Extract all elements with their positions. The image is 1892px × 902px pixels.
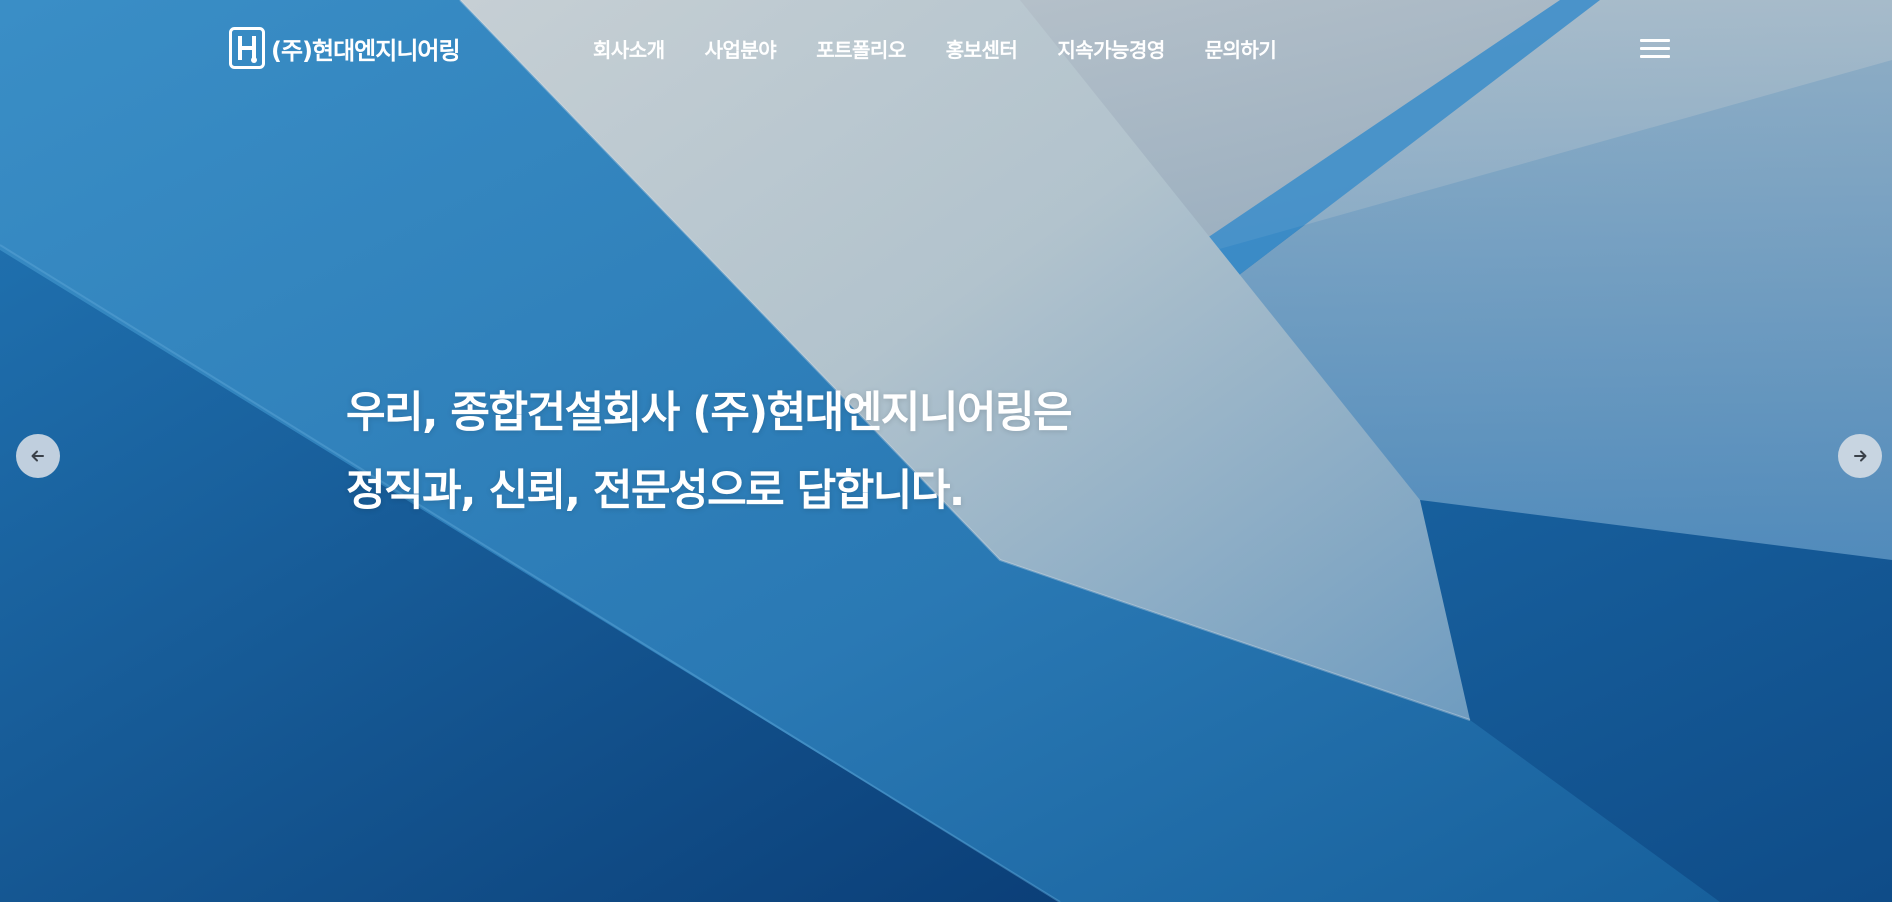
headline-line-1: 우리, 종합건설회사 (주)현대엔지니어링은 xyxy=(346,388,1073,438)
nav-item-pr-center[interactable]: 홍보센터 xyxy=(946,34,1018,63)
main-nav: 회사소개 사업분야 포트폴리오 홍보센터 지속가능경영 문의하기 xyxy=(593,34,1277,63)
logo-text: (주)현대엔지니어링 xyxy=(271,36,461,65)
nav-item-contact[interactable]: 문의하기 xyxy=(1205,34,1277,63)
nav-item-portfolio[interactable]: 포트폴리오 xyxy=(816,34,906,63)
hero-section: (주)현대엔지니어링 회사소개 사업분야 포트폴리오 홍보센터 지속가능경영 문… xyxy=(0,0,1892,902)
slider-next-button[interactable] xyxy=(1838,434,1882,478)
slider-prev-button[interactable] xyxy=(16,434,60,478)
logo-h-icon xyxy=(229,27,265,69)
nav-item-company[interactable]: 회사소개 xyxy=(593,34,665,63)
arrow-left-icon xyxy=(31,450,44,462)
hero-headline: 우리, 종합건설회사 (주)현대엔지니어링은 정직과, 신뢰, 전문성으로 답합… xyxy=(346,374,1246,530)
nav-item-sustainability[interactable]: 지속가능경영 xyxy=(1057,34,1165,63)
nav-item-business[interactable]: 사업분야 xyxy=(705,34,777,63)
hamburger-menu-icon[interactable] xyxy=(1637,34,1673,62)
headline-line-2: 정직과, 신뢰, 전문성으로 답합니다. xyxy=(346,466,965,516)
site-header: (주)현대엔지니어링 회사소개 사업분야 포트폴리오 홍보센터 지속가능경영 문… xyxy=(0,0,1892,98)
company-logo[interactable]: (주)현대엔지니어링 xyxy=(229,27,461,69)
arrow-right-icon xyxy=(1854,450,1867,462)
